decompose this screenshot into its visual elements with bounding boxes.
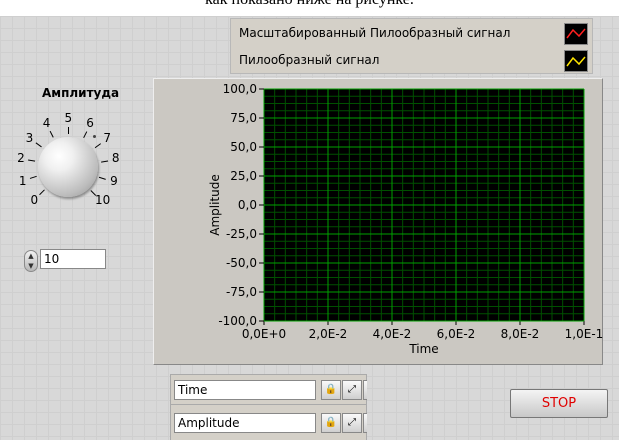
y-autoscale-icon[interactable]: ⤢ xyxy=(342,413,362,433)
x-tick-label: 0,0E+0 xyxy=(242,327,286,341)
y-format-icon[interactable] xyxy=(363,413,367,433)
knob-scale-label: 1 xyxy=(18,173,27,188)
y-tick-label: 75,0 xyxy=(230,111,257,125)
y-axis-title: Amplitude xyxy=(208,174,222,236)
legend-item-sawtooth[interactable]: Пилообразный сигнал xyxy=(231,48,592,74)
x-tick-label: 1,0E-1 xyxy=(565,327,604,341)
knob-title: Амплитуда xyxy=(42,86,120,100)
waveform-chart: 0,0E+0 2,0E-2 4,0E-2 6,0E-2 8,0E-2 1,0E-1 100,… xyxy=(208,82,604,356)
y-tick-label: 100,0 xyxy=(223,82,257,96)
plot-legend[interactable]: Масштабированный Пилообразный сигнал Пил… xyxy=(230,18,593,74)
legend-swatch-yellow[interactable] xyxy=(564,50,588,72)
y-tick-label: -50,0 xyxy=(226,256,257,270)
legend-item-scaled-sawtooth[interactable]: Масштабированный Пилообразный сигнал xyxy=(231,21,592,47)
x-format-icon[interactable] xyxy=(363,380,367,400)
y-tick-label: 50,0 xyxy=(230,140,257,154)
y-tick-label: 0,0 xyxy=(238,198,257,212)
knob-scale-tick xyxy=(68,127,69,134)
x-tick-label: 2,0E-2 xyxy=(309,327,348,341)
x-tick-label: 8,0E-2 xyxy=(501,327,540,341)
legend-swatch-red[interactable] xyxy=(564,23,588,45)
knob-scale-label: 8 xyxy=(111,151,120,166)
knob-scale-label: 9 xyxy=(110,173,118,188)
knob-scale-label: 10 xyxy=(94,192,111,207)
y-lock-icon[interactable]: 🔒 xyxy=(321,413,341,433)
x-tick-label: 4,0E-2 xyxy=(373,327,412,341)
y-tick-label: 25,0 xyxy=(230,169,257,183)
amplitude-knob[interactable] xyxy=(38,137,98,197)
waveform-graph: 0,0E+0 2,0E-2 4,0E-2 6,0E-2 8,0E-2 1,0E-1 100,… xyxy=(153,78,603,365)
y-scale-legend: Amplitude 🔒 ⤢ xyxy=(170,404,367,440)
page-caption: как показано ниже на рисунке. xyxy=(0,0,619,16)
x-tick-label: 6,0E-2 xyxy=(437,327,476,341)
legend-line-yellow-icon xyxy=(566,56,586,67)
legend-label-sawtooth: Пилообразный сигнал xyxy=(239,53,380,67)
knob-scale-label: 0 xyxy=(30,192,39,207)
x-axis-title: Time xyxy=(408,342,438,356)
x-scale-name-field[interactable]: Time xyxy=(174,380,316,400)
increment-decrement-arrows[interactable]: ▲ ▼ xyxy=(24,250,38,272)
y-tick-label: -25,0 xyxy=(226,227,257,241)
knob-scale-label: 2 xyxy=(17,151,25,166)
stop-button[interactable]: STOP xyxy=(510,389,608,418)
knob-scale-label: 3 xyxy=(25,130,34,145)
y-tick-label: -75,0 xyxy=(226,285,257,299)
y-tick-label: -100,0 xyxy=(218,314,257,328)
x-autoscale-icon[interactable]: ⤢ xyxy=(342,380,362,400)
knob-scale-label: 5 xyxy=(64,111,73,125)
knob-scale-label: 7 xyxy=(103,130,111,145)
x-lock-icon[interactable]: 🔒 xyxy=(321,380,341,400)
legend-label-scaled-sawtooth: Масштабированный Пилообразный сигнал xyxy=(239,26,511,40)
knob-pointer-dot xyxy=(93,135,96,138)
knob-scale-label: 4 xyxy=(42,116,51,131)
amplitude-numeric-field[interactable]: 10 xyxy=(40,249,106,269)
knob-scale-label: 6 xyxy=(86,116,94,131)
y-scale-name-field[interactable]: Amplitude xyxy=(174,413,316,433)
legend-line-red-icon xyxy=(566,28,586,39)
